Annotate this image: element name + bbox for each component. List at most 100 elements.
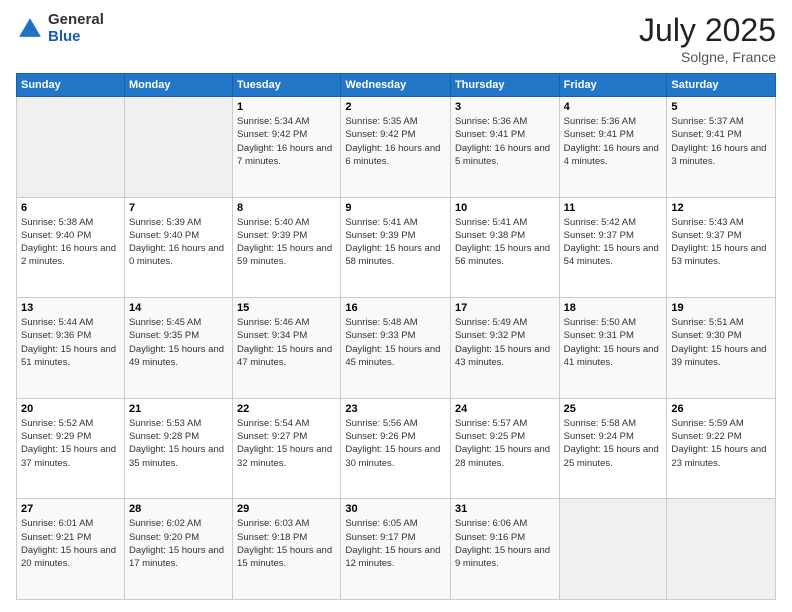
day-cell: 13 Sunrise: 5:44 AM Sunset: 9:36 PM Dayli…: [17, 298, 125, 399]
day-number: 2: [345, 101, 446, 113]
day-number: 17: [455, 302, 555, 314]
day-number: 22: [237, 403, 336, 415]
day-cell: [17, 97, 125, 198]
day-number: 19: [671, 302, 771, 314]
calendar-location: Solgne, France: [639, 49, 776, 65]
day-info: Sunrise: 5:49 AM Sunset: 9:32 PM Dayligh…: [455, 316, 555, 369]
day-info: Sunrise: 6:01 AM Sunset: 9:21 PM Dayligh…: [21, 517, 120, 570]
day-number: 28: [129, 503, 228, 515]
day-info: Sunrise: 6:06 AM Sunset: 9:16 PM Dayligh…: [455, 517, 555, 570]
day-info: Sunrise: 6:03 AM Sunset: 9:18 PM Dayligh…: [237, 517, 336, 570]
day-info: Sunrise: 5:41 AM Sunset: 9:39 PM Dayligh…: [345, 216, 446, 269]
day-number: 30: [345, 503, 446, 515]
day-cell: 7Sunrise: 5:39 AM Sunset: 9:40 PM Daylig…: [124, 197, 232, 298]
day-info: Sunrise: 5:41 AM Sunset: 9:38 PM Dayligh…: [455, 216, 555, 269]
header-cell-monday: Monday: [124, 74, 232, 97]
day-cell: 8Sunrise: 5:40 AM Sunset: 9:39 PM Daylig…: [233, 197, 341, 298]
day-cell: 12 Sunrise: 5:43 AM Sunset: 9:37 PM Dayli…: [667, 197, 776, 298]
day-cell: 26Sunrise: 5:59 AM Sunset: 9:22 PM Dayli…: [667, 398, 776, 499]
day-info: Sunrise: 5:34 AM Sunset: 9:42 PM Dayligh…: [237, 115, 336, 168]
calendar-header: SundayMondayTuesdayWednesdayThursdayFrid…: [17, 74, 776, 97]
day-cell: 22 Sunrise: 5:54 AM Sunset: 9:27 PM Dayli…: [233, 398, 341, 499]
day-info: Sunrise: 5:44 AM Sunset: 9:36 PM Dayligh…: [21, 316, 120, 369]
day-number: 13: [21, 302, 120, 314]
week-row-2: 6 Sunrise: 5:38 AM Sunset: 9:40 PM Daylig…: [17, 197, 776, 298]
day-cell: 27 Sunrise: 6:01 AM Sunset: 9:21 PM Dayli…: [17, 499, 125, 600]
day-cell: 3 Sunrise: 5:36 AM Sunset: 9:41 PM Daylig…: [450, 97, 559, 198]
day-info: Sunrise: 5:43 AM Sunset: 9:37 PM Dayligh…: [671, 216, 771, 269]
day-cell: 25 Sunrise: 5:58 AM Sunset: 9:24 PM Dayli…: [559, 398, 667, 499]
day-cell: 21 Sunrise: 5:53 AM Sunset: 9:28 PM Dayli…: [124, 398, 232, 499]
day-number: 10: [455, 202, 555, 214]
day-info: Sunrise: 5:58 AM Sunset: 9:24 PM Dayligh…: [564, 417, 663, 470]
day-info: Sunrise: 5:53 AM Sunset: 9:28 PM Dayligh…: [129, 417, 228, 470]
day-cell: 30Sunrise: 6:05 AM Sunset: 9:17 PM Dayli…: [341, 499, 451, 600]
calendar-table: SundayMondayTuesdayWednesdayThursdayFrid…: [16, 73, 776, 600]
day-cell: 2Sunrise: 5:35 AM Sunset: 9:42 PM Daylig…: [341, 97, 451, 198]
day-cell: 11 Sunrise: 5:42 AM Sunset: 9:37 PM Dayli…: [559, 197, 667, 298]
day-cell: 9Sunrise: 5:41 AM Sunset: 9:39 PM Daylig…: [341, 197, 451, 298]
day-info: Sunrise: 5:57 AM Sunset: 9:25 PM Dayligh…: [455, 417, 555, 470]
day-cell: 18Sunrise: 5:50 AM Sunset: 9:31 PM Dayli…: [559, 298, 667, 399]
day-info: Sunrise: 5:56 AM Sunset: 9:26 PM Dayligh…: [345, 417, 446, 470]
header-cell-friday: Friday: [559, 74, 667, 97]
week-row-1: 1 Sunrise: 5:34 AM Sunset: 9:42 PM Daylig…: [17, 97, 776, 198]
day-number: 27: [21, 503, 120, 515]
day-info: Sunrise: 5:52 AM Sunset: 9:29 PM Dayligh…: [21, 417, 120, 470]
day-cell: 23 Sunrise: 5:56 AM Sunset: 9:26 PM Dayli…: [341, 398, 451, 499]
day-number: 25: [564, 403, 663, 415]
day-number: 6: [21, 202, 120, 214]
day-cell: 10 Sunrise: 5:41 AM Sunset: 9:38 PM Dayli…: [450, 197, 559, 298]
day-cell: [124, 97, 232, 198]
header-row: SundayMondayTuesdayWednesdayThursdayFrid…: [17, 74, 776, 97]
day-number: 20: [21, 403, 120, 415]
calendar-body: 1 Sunrise: 5:34 AM Sunset: 9:42 PM Daylig…: [17, 97, 776, 600]
day-number: 4: [564, 101, 663, 113]
header-cell-wednesday: Wednesday: [341, 74, 451, 97]
day-info: Sunrise: 5:40 AM Sunset: 9:39 PM Dayligh…: [237, 216, 336, 269]
day-cell: 14 Sunrise: 5:45 AM Sunset: 9:35 PM Dayli…: [124, 298, 232, 399]
day-number: 23: [345, 403, 446, 415]
logo-text: General Blue: [48, 12, 104, 45]
calendar-title: July 2025: [639, 12, 776, 49]
day-number: 1: [237, 101, 336, 113]
day-info: Sunrise: 5:48 AM Sunset: 9:33 PM Dayligh…: [345, 316, 446, 369]
day-number: 5: [671, 101, 771, 113]
day-cell: 15Sunrise: 5:46 AM Sunset: 9:34 PM Dayli…: [233, 298, 341, 399]
day-number: 29: [237, 503, 336, 515]
day-cell: 28Sunrise: 6:02 AM Sunset: 9:20 PM Dayli…: [124, 499, 232, 600]
day-info: Sunrise: 5:42 AM Sunset: 9:37 PM Dayligh…: [564, 216, 663, 269]
day-cell: [667, 499, 776, 600]
day-info: Sunrise: 5:38 AM Sunset: 9:40 PM Dayligh…: [21, 216, 120, 269]
day-cell: 1 Sunrise: 5:34 AM Sunset: 9:42 PM Daylig…: [233, 97, 341, 198]
day-info: Sunrise: 5:51 AM Sunset: 9:30 PM Dayligh…: [671, 316, 771, 369]
header-cell-sunday: Sunday: [17, 74, 125, 97]
day-cell: [559, 499, 667, 600]
day-cell: 6 Sunrise: 5:38 AM Sunset: 9:40 PM Daylig…: [17, 197, 125, 298]
day-cell: 20 Sunrise: 5:52 AM Sunset: 9:29 PM Dayli…: [17, 398, 125, 499]
logo-icon: [16, 15, 44, 43]
day-cell: 24 Sunrise: 5:57 AM Sunset: 9:25 PM Dayli…: [450, 398, 559, 499]
day-number: 26: [671, 403, 771, 415]
logo: General Blue: [16, 12, 104, 45]
header-cell-saturday: Saturday: [667, 74, 776, 97]
day-number: 14: [129, 302, 228, 314]
day-info: Sunrise: 5:36 AM Sunset: 9:41 PM Dayligh…: [564, 115, 663, 168]
title-block: July 2025 Solgne, France: [639, 12, 776, 65]
day-info: Sunrise: 5:37 AM Sunset: 9:41 PM Dayligh…: [671, 115, 771, 168]
day-number: 15: [237, 302, 336, 314]
header: General Blue July 2025 Solgne, France: [16, 12, 776, 65]
day-number: 24: [455, 403, 555, 415]
header-cell-tuesday: Tuesday: [233, 74, 341, 97]
day-number: 11: [564, 202, 663, 214]
day-number: 3: [455, 101, 555, 113]
day-number: 21: [129, 403, 228, 415]
day-info: Sunrise: 5:45 AM Sunset: 9:35 PM Dayligh…: [129, 316, 228, 369]
day-info: Sunrise: 5:54 AM Sunset: 9:27 PM Dayligh…: [237, 417, 336, 470]
day-info: Sunrise: 5:36 AM Sunset: 9:41 PM Dayligh…: [455, 115, 555, 168]
day-number: 12: [671, 202, 771, 214]
day-cell: 4 Sunrise: 5:36 AM Sunset: 9:41 PM Daylig…: [559, 97, 667, 198]
day-cell: 19 Sunrise: 5:51 AM Sunset: 9:30 PM Dayli…: [667, 298, 776, 399]
week-row-4: 20 Sunrise: 5:52 AM Sunset: 9:29 PM Dayli…: [17, 398, 776, 499]
day-number: 31: [455, 503, 555, 515]
